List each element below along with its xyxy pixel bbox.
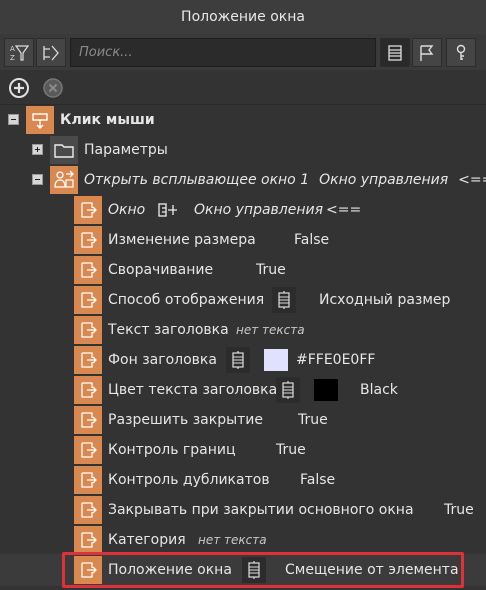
svg-text:A: A: [10, 45, 15, 53]
flag-button[interactable]: [412, 38, 442, 67]
key-button[interactable]: [446, 38, 476, 67]
property-value[interactable]: True: [298, 405, 328, 435]
property-bounds-control[interactable]: Контроль границ: [74, 435, 236, 465]
property-icon: [74, 436, 102, 464]
action-arrow: <==: [458, 172, 486, 188]
action-label: Открыть всплывающее окно 1: [84, 172, 310, 188]
tree-node-label: Параметры: [84, 142, 168, 158]
action-toolbar: [0, 70, 486, 105]
property-value[interactable]: Исходный размер: [319, 285, 450, 315]
list-select-icon[interactable]: [226, 347, 250, 373]
mouse-click-event-icon: [26, 106, 54, 134]
property-icon: [74, 196, 102, 224]
selection-highlight: [62, 552, 464, 588]
list-select-icon[interactable]: [272, 287, 296, 313]
property-label: Текст заголовка: [108, 322, 229, 338]
search-input[interactable]: [70, 38, 376, 67]
collapse-tree-button[interactable]: [36, 38, 66, 67]
open-popup-window-icon: [50, 166, 78, 194]
property-label: Контроль границ: [108, 442, 236, 458]
remove-button[interactable]: [38, 74, 68, 102]
tree-node-open-popup[interactable]: Открыть всплывающее окно 1 Окно управлен…: [50, 165, 486, 195]
property-label: Сворачивание: [108, 262, 214, 278]
property-label: Окно: [108, 202, 146, 218]
property-title-text-color[interactable]: Цвет текста заголовка: [74, 375, 277, 405]
flag-icon: [420, 44, 434, 61]
property-icon: [74, 316, 102, 344]
property-resize[interactable]: Изменение размера: [74, 225, 256, 255]
property-category[interactable]: Категория: [74, 525, 186, 555]
property-title-text[interactable]: Текст заголовка: [74, 315, 229, 345]
list-icon: [388, 44, 402, 61]
window-title: Положение окна: [181, 9, 305, 25]
property-display-mode[interactable]: Способ отображения: [74, 285, 264, 315]
expand-params-toggle[interactable]: [32, 144, 43, 155]
property-value[interactable]: Black: [360, 375, 398, 405]
action-target: Окно управления: [319, 172, 449, 188]
property-label: Разрешить закрытие: [108, 412, 264, 428]
property-icon: [74, 496, 102, 524]
property-duplicates-control[interactable]: Контроль дубликатов: [74, 465, 270, 495]
property-icon: [74, 286, 102, 314]
toolbar: AZ: [0, 34, 486, 70]
property-value[interactable]: нет текста: [198, 525, 267, 555]
property-icon: [74, 346, 102, 374]
property-window[interactable]: Окно: [74, 195, 145, 225]
sort-filter-icon: AZ: [10, 45, 29, 62]
property-value[interactable]: True: [256, 255, 286, 285]
property-label: Категория: [108, 532, 186, 548]
svg-text:Z: Z: [10, 54, 15, 62]
color-swatch[interactable]: [264, 349, 288, 371]
property-icon: [74, 406, 102, 434]
list-view-button[interactable]: [380, 38, 410, 67]
add-button[interactable]: [4, 74, 34, 102]
property-value: Окно управления: [194, 202, 324, 218]
tree-node-params[interactable]: Параметры: [50, 135, 168, 165]
property-label: Фон заголовка: [108, 352, 217, 368]
property-arrow: <==: [326, 202, 362, 218]
color-swatch[interactable]: [314, 379, 338, 401]
property-close-with-main[interactable]: Закрывать при закрытии основного окна: [74, 495, 414, 525]
property-icon: [74, 376, 102, 404]
property-value[interactable]: True: [444, 495, 474, 525]
property-allow-close[interactable]: Разрешить закрытие: [74, 405, 263, 435]
property-label: Закрывать при закрытии основного окна: [108, 502, 414, 518]
property-value[interactable]: False: [300, 465, 335, 495]
folder-icon: [50, 136, 78, 164]
property-icon: [74, 226, 102, 254]
property-icon: [74, 256, 102, 284]
property-label: Изменение размера: [108, 232, 256, 248]
list-select-icon[interactable]: [276, 377, 300, 403]
plus-circle-icon: [9, 78, 29, 98]
property-icon: [74, 526, 102, 554]
property-label: Контроль дубликатов: [108, 472, 270, 488]
property-title-background[interactable]: Фон заголовка: [74, 345, 217, 375]
property-value[interactable]: False: [294, 225, 329, 255]
tree-structure-icon: [43, 45, 59, 60]
key-icon: [456, 44, 466, 60]
tree-node-label: Клик мыши: [60, 112, 155, 128]
window-link-icon[interactable]: [156, 197, 180, 223]
tree-node-mouse-click[interactable]: Клик мыши: [26, 105, 155, 135]
window-title-bar: Положение окна: [0, 0, 486, 35]
property-value[interactable]: True: [276, 435, 306, 465]
remove-circle-icon: [43, 78, 63, 98]
property-icon: [74, 466, 102, 494]
event-tree: Клик мыши Параметры Открыть всплывающее …: [0, 104, 486, 590]
collapse-action-toggle[interactable]: [32, 174, 43, 185]
sort-filter-button[interactable]: AZ: [4, 38, 34, 67]
property-value[interactable]: нет текста: [236, 315, 305, 345]
property-minimize[interactable]: Сворачивание: [74, 255, 213, 285]
property-value[interactable]: #FFE0E0FF: [296, 345, 375, 375]
property-label: Цвет текста заголовка: [108, 382, 278, 398]
collapse-root-toggle[interactable]: [8, 114, 19, 125]
property-label: Способ отображения: [108, 292, 265, 308]
